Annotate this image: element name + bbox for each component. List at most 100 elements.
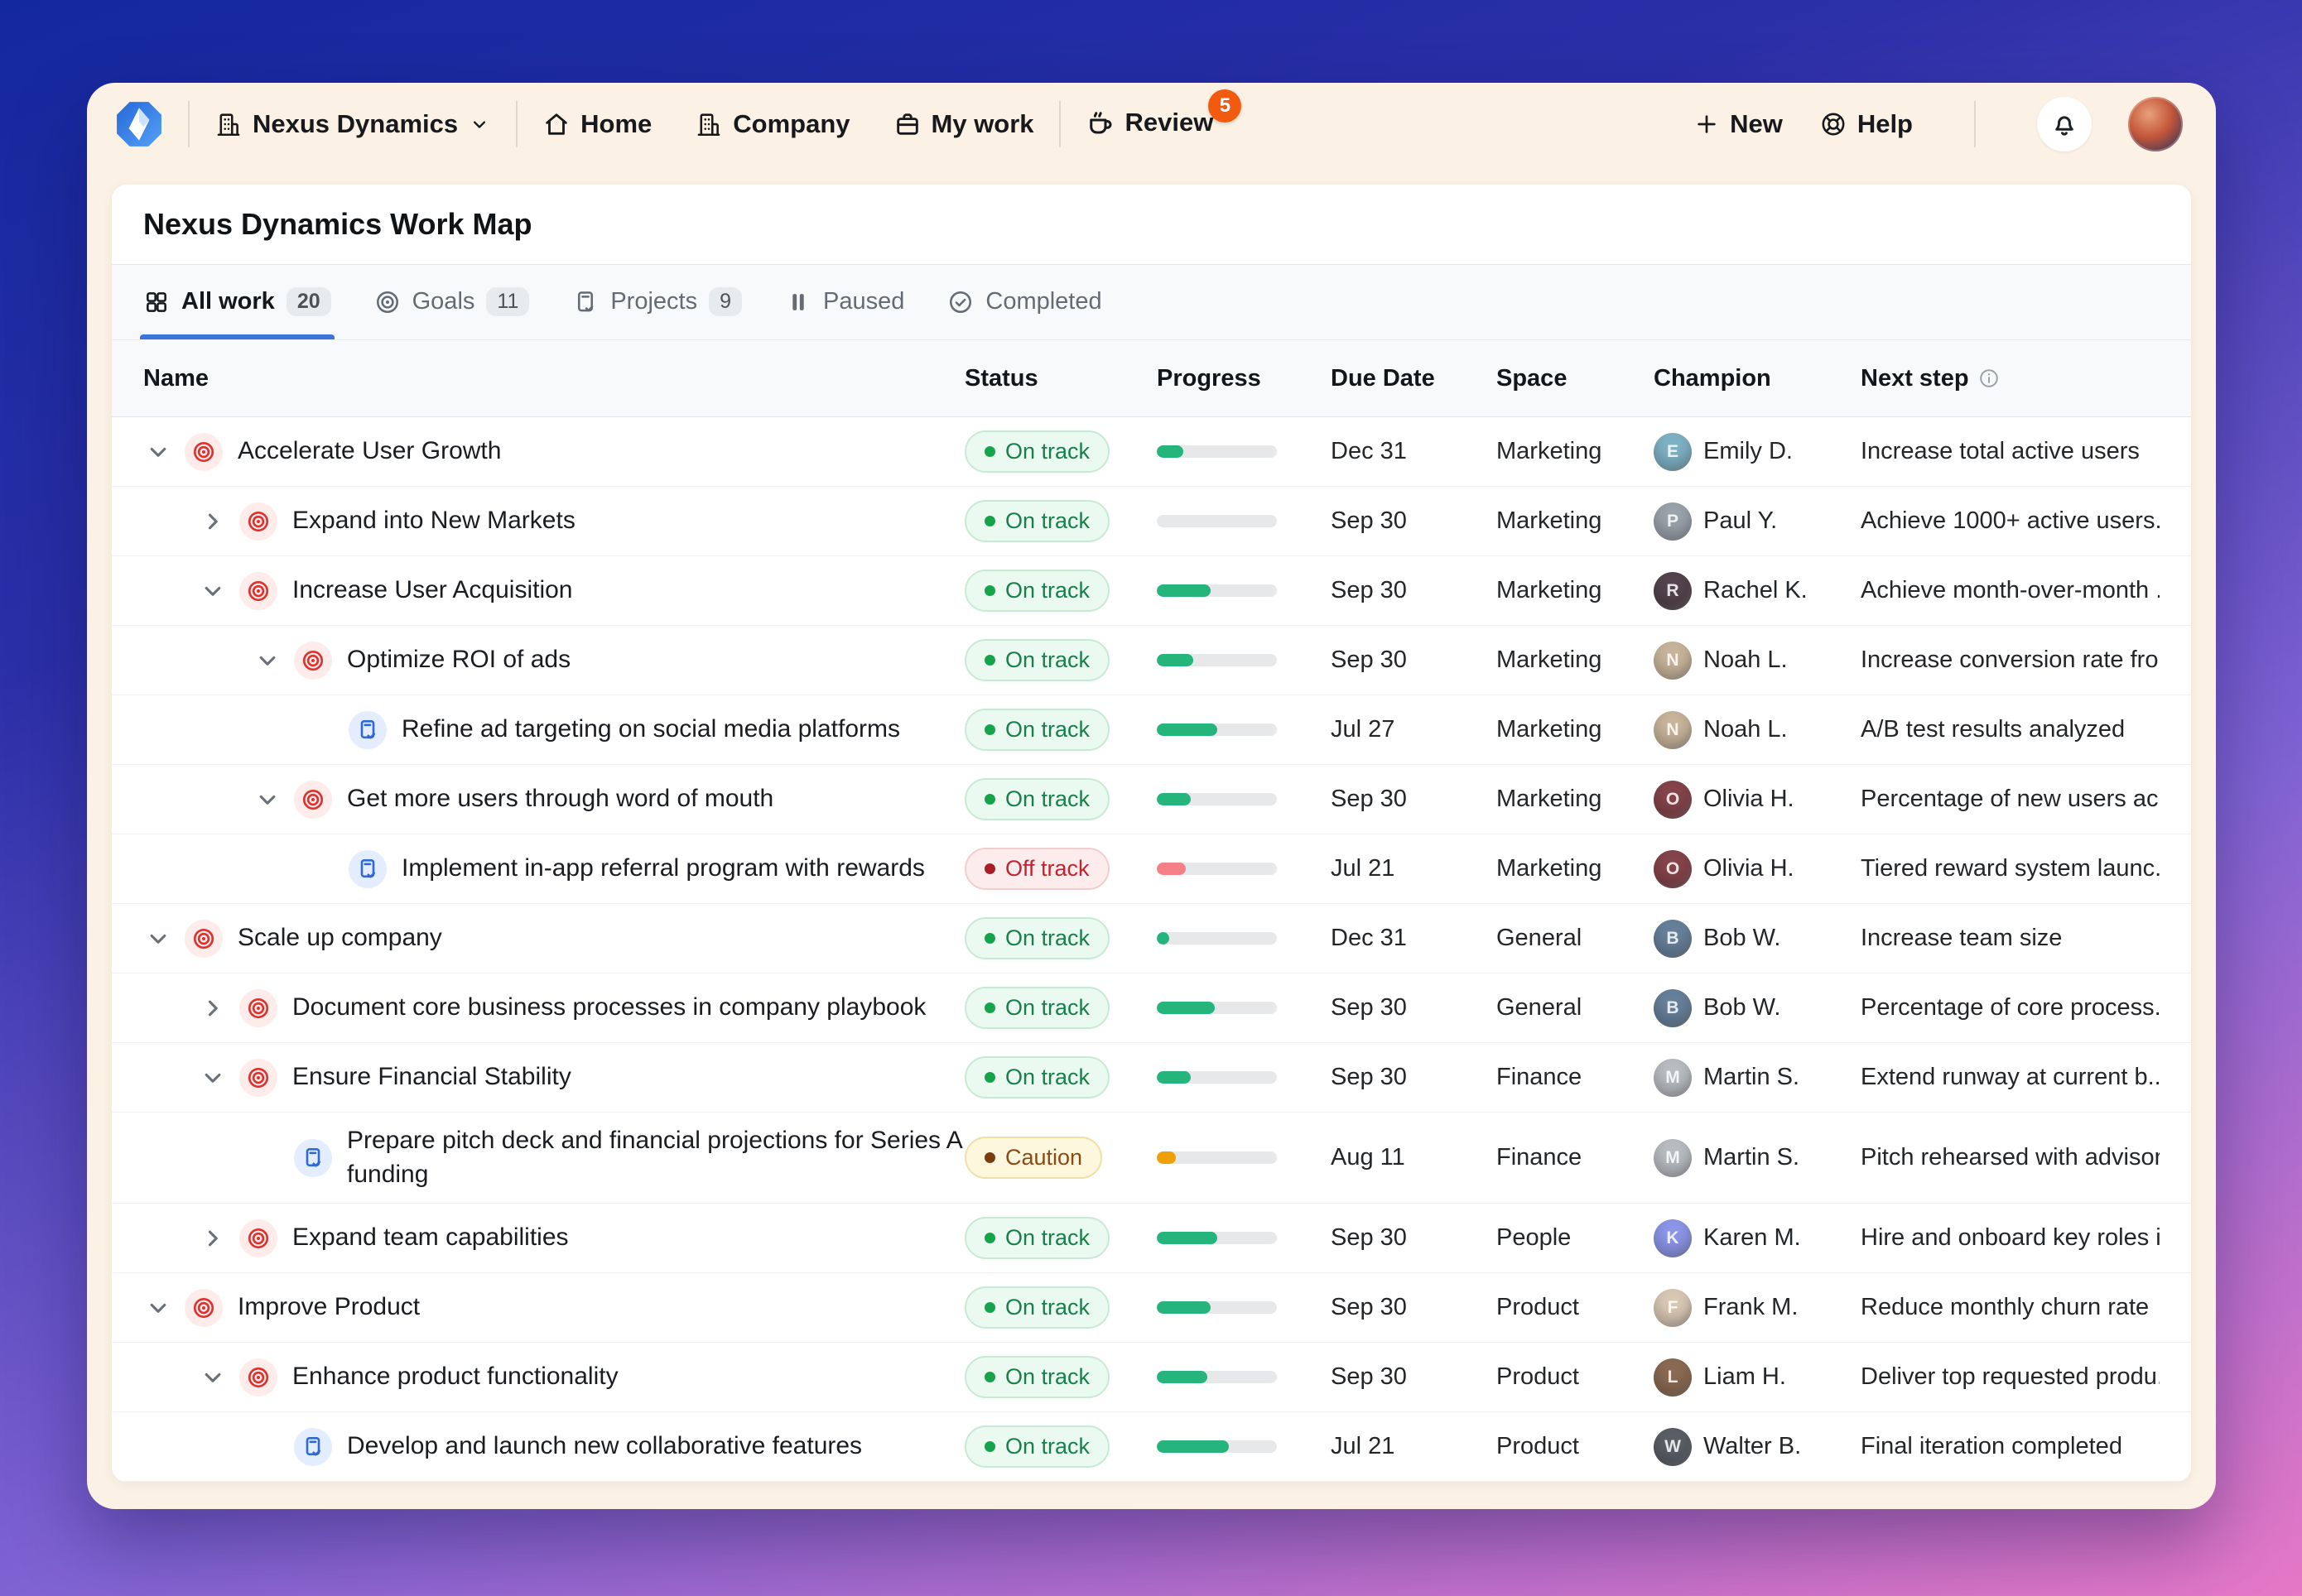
progress-fill [1157, 1002, 1215, 1014]
progress-cell [1157, 932, 1331, 945]
progress-bar [1157, 723, 1277, 736]
progress-cell [1157, 1071, 1331, 1084]
progress-cell [1157, 1151, 1331, 1164]
nav-item-company[interactable]: Company [695, 109, 850, 139]
table-row[interactable]: Prepare pitch deck and financial project… [112, 1113, 2191, 1204]
table-row[interactable]: Expand team capabilitiesOn trackSep 30Pe… [112, 1204, 2191, 1273]
status-dot [985, 1002, 995, 1013]
table-row[interactable]: Expand into New MarketsOn trackSep 30Mar… [112, 487, 2191, 556]
new-button[interactable]: New [1693, 109, 1783, 139]
status-label: On track [1005, 995, 1090, 1021]
table-row[interactable]: Scale up companyOn trackDec 31GeneralBBo… [112, 904, 2191, 973]
status-badge: Caution [965, 1137, 1102, 1179]
tab-all-work[interactable]: All work20 [143, 265, 331, 340]
table-row[interactable]: Increase User AcquisitionOn trackSep 30M… [112, 556, 2191, 626]
status-badge: On track [965, 1356, 1110, 1398]
chevron-down-icon[interactable] [198, 1363, 228, 1392]
progress-cell [1157, 723, 1331, 736]
space-cell: General [1496, 994, 1654, 1022]
user-avatar[interactable] [2128, 97, 2183, 151]
item-name: Expand team capabilities [292, 1221, 569, 1255]
chevron-right-icon[interactable] [198, 1223, 228, 1253]
champion-cell: NNoah L. [1654, 642, 1861, 680]
champion-cell: PPaul Y. [1654, 502, 1861, 541]
table-row[interactable]: Enhance product functionalityOn trackSep… [112, 1343, 2191, 1412]
progress-fill [1157, 1151, 1176, 1164]
nav-item-review[interactable]: Review 5 [1086, 108, 1214, 142]
status-dot [985, 933, 995, 944]
page-title: Nexus Dynamics Work Map [112, 185, 2191, 265]
champion-avatar: N [1654, 711, 1692, 749]
chevron-down-icon[interactable] [198, 1063, 228, 1093]
next-step-cell: Increase total active users [1861, 438, 2160, 465]
progress-bar [1157, 515, 1277, 527]
info-icon[interactable] [1977, 367, 2001, 390]
champion-avatar: P [1654, 502, 1692, 541]
review-label: Review [1125, 108, 1214, 137]
table-row[interactable]: Refine ad targeting on social media plat… [112, 695, 2191, 765]
table-row[interactable]: Implement in-app referral program with r… [112, 834, 2191, 904]
chevron-right-icon[interactable] [198, 993, 228, 1023]
item-name: Scale up company [238, 921, 442, 955]
chevron-down-icon[interactable] [253, 646, 282, 675]
nav-item-my-work[interactable]: My work [893, 109, 1034, 139]
goal-icon [239, 502, 277, 541]
chevron-down-icon[interactable] [143, 924, 173, 954]
goal-icon [239, 1358, 277, 1396]
workspace-name: Nexus Dynamics [253, 109, 458, 139]
table-row[interactable]: Document core business processes in comp… [112, 973, 2191, 1043]
status-badge: On track [965, 1056, 1110, 1098]
project-icon [349, 850, 387, 888]
chevron-down-icon[interactable] [143, 437, 173, 467]
next-step-cell: Deliver top requested produ... [1861, 1363, 2160, 1391]
table-row[interactable]: Develop and launch new collaborative fea… [112, 1412, 2191, 1482]
table-row[interactable]: Optimize ROI of adsOn trackSep 30Marketi… [112, 626, 2191, 695]
champion-name: Emily D. [1703, 438, 1793, 465]
champion-avatar: L [1654, 1358, 1692, 1396]
work-map-card: Nexus Dynamics Work Map All work20 Goals1… [112, 185, 2191, 1482]
status-badge: On track [965, 1217, 1110, 1259]
table-row[interactable]: Ensure Financial StabilityOn trackSep 30… [112, 1043, 2191, 1113]
goal-icon [239, 1059, 277, 1097]
due-date-cell: Jul 21 [1331, 1433, 1496, 1460]
item-name: Prepare pitch deck and financial project… [347, 1124, 965, 1191]
status-cell: On track [965, 778, 1157, 820]
status-label: On track [1005, 439, 1090, 464]
champion-name: Liam H. [1703, 1363, 1786, 1391]
table-row[interactable]: Improve ProductOn trackSep 30ProductFFra… [112, 1273, 2191, 1343]
table-row[interactable]: Accelerate User GrowthOn trackDec 31Mark… [112, 417, 2191, 487]
target-icon [374, 289, 401, 315]
help-button[interactable]: Help [1819, 109, 1913, 139]
chevron-down-icon[interactable] [198, 576, 228, 606]
table-row[interactable]: Get more users through word of mouthOn t… [112, 765, 2191, 834]
tab-label: Completed [985, 288, 1101, 315]
tab-completed[interactable]: Completed [947, 265, 1101, 340]
nav-item-home[interactable]: Home [542, 109, 652, 139]
goal-icon [294, 781, 332, 819]
workspace-switcher[interactable]: Nexus Dynamics [214, 109, 491, 139]
status-label: On track [1005, 925, 1090, 951]
space-cell: Marketing [1496, 786, 1654, 813]
champion-name: Noah L. [1703, 716, 1788, 743]
tab-projects[interactable]: Projects9 [572, 265, 742, 340]
champion-name: Bob W. [1703, 994, 1781, 1022]
home-icon [542, 110, 571, 138]
column-header-progress: Progress [1157, 365, 1331, 392]
next-step-cell: Percentage of new users ac... [1861, 786, 2160, 813]
space-cell: Marketing [1496, 438, 1654, 465]
champion-cell: WWalter B. [1654, 1428, 1861, 1466]
item-name: Implement in-app referral program with r… [402, 852, 925, 886]
space-cell: Product [1496, 1294, 1654, 1321]
progress-bar [1157, 793, 1277, 805]
tab-paused[interactable]: Paused [785, 265, 904, 340]
status-dot [985, 863, 995, 874]
tab-goals[interactable]: Goals11 [374, 265, 530, 340]
bell-icon [2049, 109, 2079, 139]
notifications-button[interactable] [2037, 97, 2092, 151]
chevron-right-icon[interactable] [198, 507, 228, 536]
status-label: On track [1005, 647, 1090, 673]
name-cell: Expand team capabilities [143, 1219, 965, 1257]
chevron-down-icon[interactable] [253, 785, 282, 815]
status-label: Caution [1005, 1145, 1082, 1171]
chevron-down-icon[interactable] [143, 1293, 173, 1323]
